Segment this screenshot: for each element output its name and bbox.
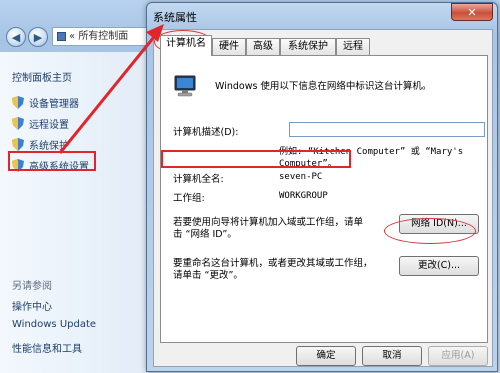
see-also-performance-link[interactable]: 性能信息和工具 xyxy=(12,340,82,355)
control-panel-icon xyxy=(57,31,66,41)
sidebar-item-system-protection[interactable]: 系统保护 xyxy=(12,137,69,152)
network-id-button[interactable]: 网络 ID(N)... xyxy=(399,214,479,234)
tab-remote[interactable]: 远程 xyxy=(336,38,370,55)
intro-text: Windows 使用以下信息在网络中标识这台计算机。 xyxy=(215,81,432,92)
tab-computer-name[interactable]: 计算机名 xyxy=(160,35,212,56)
system-properties-dialog: 系统属性 ✕ 计算机名 硬件 高级 系统保护 远程 Windows 使用以下信息… xyxy=(146,2,498,372)
dialog-client-area: 计算机名 硬件 高级 系统保护 远程 Windows 使用以下信息在网络中标识这… xyxy=(153,29,493,367)
breadcrumb-overflow[interactable]: « xyxy=(69,31,75,42)
sidebar-item-label: 远程设置 xyxy=(29,120,69,131)
tab-panel-computer-name: Windows 使用以下信息在网络中标识这台计算机。 计算机描述(D): 例如:… xyxy=(160,55,488,343)
apply-button[interactable]: 应用(A) xyxy=(428,346,488,366)
see-also-windows-update-link[interactable]: Windows Update xyxy=(12,319,96,330)
shield-icon xyxy=(12,138,24,151)
sidebar: 控制面板主页 设备管理器 远程设置 系统保护 高级系统设置 另请参阅 操作中心 … xyxy=(0,52,150,373)
close-button[interactable]: ✕ xyxy=(451,3,493,21)
dialog-title: 系统属性 xyxy=(153,11,197,24)
sidebar-item-remote-settings[interactable]: 远程设置 xyxy=(12,116,69,131)
tab-system-protection[interactable]: 系统保护 xyxy=(280,38,336,55)
breadcrumb[interactable]: 所有控制面 xyxy=(78,31,128,42)
sidebar-item-device-manager[interactable]: 设备管理器 xyxy=(12,95,79,110)
sidebar-item-advanced-system-settings[interactable]: 高级系统设置 xyxy=(12,158,89,173)
shield-icon xyxy=(12,96,24,109)
workgroup-label: 工作组: xyxy=(173,193,205,204)
back-button[interactable]: ◀ xyxy=(6,27,26,47)
forward-button[interactable]: ▶ xyxy=(28,27,48,47)
tab-hardware[interactable]: 硬件 xyxy=(212,38,246,55)
example-text-line2: Computer”。 xyxy=(279,159,337,169)
change-text-line2: 请单击 “更改”。 xyxy=(173,270,243,281)
full-name-value: seven-PC xyxy=(279,172,323,182)
description-label: 计算机描述(D): xyxy=(173,127,239,138)
forward-arrow-icon: ▶ xyxy=(33,30,43,44)
shield-icon xyxy=(12,159,24,172)
see-also-heading: 另请参阅 xyxy=(12,281,52,292)
see-also-action-center-link[interactable]: 操作中心 xyxy=(12,298,52,313)
tab-advanced[interactable]: 高级 xyxy=(246,38,280,55)
control-panel-home-link[interactable]: 控制面板主页 xyxy=(12,69,72,84)
address-bar[interactable]: « 所有控制面 xyxy=(52,27,150,46)
sidebar-item-label: 高级系统设置 xyxy=(29,162,89,173)
cancel-button[interactable]: 取消 xyxy=(362,346,422,366)
sidebar-item-label: 系统保护 xyxy=(29,141,69,152)
sidebar-item-label: 设备管理器 xyxy=(29,99,79,110)
change-button[interactable]: 更改(C)... xyxy=(399,256,479,276)
shield-icon xyxy=(12,117,24,130)
ok-button[interactable]: 确定 xyxy=(296,346,356,366)
back-arrow-icon: ◀ xyxy=(11,30,21,44)
computer-description-input[interactable] xyxy=(289,122,485,137)
close-icon: ✕ xyxy=(467,5,477,19)
workgroup-value: WORKGROUP xyxy=(279,191,328,201)
network-id-text-line2: 击 “网络 ID”。 xyxy=(173,229,237,240)
full-name-label: 计算机全名: xyxy=(173,174,224,185)
computer-icon xyxy=(173,74,199,103)
